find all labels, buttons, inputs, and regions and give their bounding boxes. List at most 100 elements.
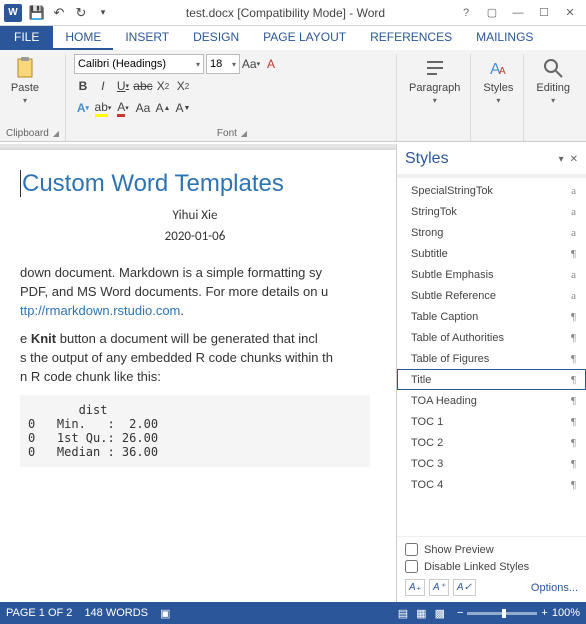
undo-button[interactable]: ↶ <box>49 3 69 23</box>
document-page[interactable]: Custom Word Templates Yihui Xie 2020-01-… <box>0 150 396 602</box>
tab-references[interactable]: REFERENCES <box>358 26 464 50</box>
style-item[interactable]: TOC 3 ¶ <box>397 453 586 474</box>
group-clipboard-label: Clipboard <box>6 128 49 139</box>
style-item[interactable]: SpecialStringToka <box>397 180 586 201</box>
doc-paragraph[interactable]: e Knit button a document will be generat… <box>20 330 370 388</box>
superscript-button[interactable]: X2 <box>174 76 192 96</box>
char-shading-button[interactable]: Aa <box>134 98 152 118</box>
style-item-name: TOC 2 <box>411 437 443 449</box>
styles-list[interactable]: SpecialStringTokaStringTokaStrongaSubtit… <box>397 178 586 536</box>
style-item[interactable]: Subtitle¶ <box>397 243 586 264</box>
web-layout-button[interactable]: ▩ <box>435 607 445 620</box>
styles-pane-title: Styles <box>405 150 449 168</box>
tab-insert[interactable]: INSERT <box>113 26 181 50</box>
doc-code-block[interactable]: dist 0 Min. : 2.00 0 1st Qu.: 26.00 0 Me… <box>20 395 370 467</box>
tab-mailings[interactable]: MAILINGS <box>464 26 545 50</box>
style-item[interactable]: Subtle Emphasisa <box>397 264 586 285</box>
chevron-down-icon: ▾ <box>433 96 437 105</box>
minimize-button[interactable]: — <box>506 3 530 23</box>
clipboard-launcher[interactable]: ◢ <box>53 129 59 138</box>
doc-date[interactable]: 2020-01-06 <box>20 229 370 244</box>
font-name-combo[interactable]: Calibri (Headings)▾ <box>74 54 204 74</box>
style-item[interactable]: Table of Authorities ¶ <box>397 327 586 348</box>
page-indicator[interactable]: PAGE 1 OF 2 <box>6 607 72 619</box>
show-preview-checkbox[interactable]: Show Preview <box>405 543 578 556</box>
highlight-button[interactable]: ab▾ <box>94 98 112 118</box>
style-item-name: Subtle Emphasis <box>411 269 494 281</box>
paste-button[interactable]: Paste ▾ <box>6 54 44 107</box>
styles-button[interactable]: AAStyles▾ <box>479 54 517 107</box>
strikethrough-button[interactable]: abc <box>134 76 152 96</box>
style-item[interactable]: Table of Figures¶ <box>397 348 586 369</box>
disable-linked-checkbox[interactable]: Disable Linked Styles <box>405 560 578 573</box>
help-button[interactable]: ? <box>454 3 478 23</box>
style-item[interactable]: TOA Heading¶ <box>397 390 586 411</box>
paste-label: Paste <box>11 82 39 94</box>
manage-styles-button[interactable]: A✓ <box>453 579 476 596</box>
doc-author[interactable]: Yihui Xie <box>20 208 370 223</box>
style-item-name: Title <box>411 374 431 386</box>
new-style-button[interactable]: A₊ <box>405 579 425 596</box>
word-count[interactable]: 148 WORDS <box>84 607 148 619</box>
style-item-mark: a <box>571 290 576 302</box>
style-inspector-button[interactable]: A⁺ <box>429 579 449 596</box>
style-item[interactable]: Table Caption¶ <box>397 306 586 327</box>
redo-button[interactable]: ↻ <box>71 3 91 23</box>
editing-button[interactable]: Editing▾ <box>532 54 574 107</box>
zoom-slider[interactable] <box>467 612 537 615</box>
style-item-mark: ¶ <box>571 395 576 407</box>
print-layout-button[interactable]: ▦ <box>416 607 426 620</box>
zoom-level[interactable]: 100% <box>552 607 580 619</box>
style-item-mark: ¶ <box>571 458 576 470</box>
style-item[interactable]: TOC 4¶ <box>397 474 586 495</box>
bold-button[interactable]: B <box>74 76 92 96</box>
style-item-mark: ¶ <box>571 248 576 260</box>
tab-pagelayout[interactable]: PAGE LAYOUT <box>251 26 358 50</box>
doc-title[interactable]: Custom Word Templates <box>20 170 370 198</box>
doc-paragraph[interactable]: down document. Markdown is a simple form… <box>20 264 370 322</box>
chevron-down-icon: ▾ <box>496 96 500 105</box>
style-item-mark: ¶ <box>571 332 576 344</box>
read-mode-button[interactable]: ▤ <box>398 607 408 620</box>
font-color-button[interactable]: A▾ <box>114 98 132 118</box>
grow-font-button[interactable]: A▲ <box>154 98 172 118</box>
style-item-mark: ¶ <box>571 479 576 491</box>
zoom-out-button[interactable]: − <box>457 607 463 619</box>
ribbon-display-button[interactable]: ▢ <box>480 3 504 23</box>
doc-link[interactable]: ttp://rmarkdown.rstudio.com <box>20 303 180 318</box>
subscript-button[interactable]: X2 <box>154 76 172 96</box>
style-item[interactable]: Stronga <box>397 222 586 243</box>
shrink-font-button[interactable]: A▼ <box>174 98 192 118</box>
font-size-combo[interactable]: 18▾ <box>206 54 240 74</box>
save-button[interactable]: 💾 <box>27 3 47 23</box>
italic-button[interactable]: I <box>94 76 112 96</box>
clear-formatting-button[interactable]: A <box>262 54 280 74</box>
style-item[interactable]: TOC 2¶ <box>397 432 586 453</box>
pane-dropdown-button[interactable]: ▾ <box>559 154 564 165</box>
style-item[interactable]: Subtle Referencea <box>397 285 586 306</box>
tab-home[interactable]: HOME <box>53 26 113 50</box>
styles-options-link[interactable]: Options... <box>531 582 578 594</box>
change-case-button[interactable]: Aa▾ <box>242 54 260 74</box>
tab-file[interactable]: FILE <box>0 26 53 50</box>
proofing-icon[interactable]: ▣ <box>160 607 170 620</box>
text-effects-button[interactable]: A▾ <box>74 98 92 118</box>
underline-button[interactable]: U▾ <box>114 76 132 96</box>
font-launcher[interactable]: ◢ <box>241 129 247 138</box>
style-item-name: Table of Authorities <box>411 332 504 344</box>
paragraph-button[interactable]: Paragraph▾ <box>405 54 464 107</box>
qat-more-button[interactable]: ▾ <box>93 3 113 23</box>
tab-design[interactable]: DESIGN <box>181 26 251 50</box>
document-area[interactable]: Custom Word Templates Yihui Xie 2020-01-… <box>0 144 396 602</box>
style-item-mark: ¶ <box>571 374 576 386</box>
word-icon: W <box>4 4 22 22</box>
close-button[interactable]: ✕ <box>558 3 582 23</box>
style-item[interactable]: TOC 1¶ <box>397 411 586 432</box>
maximize-button[interactable]: ☐ <box>532 3 556 23</box>
zoom-in-button[interactable]: + <box>541 607 547 619</box>
style-item-name: TOC 3 <box>411 458 443 470</box>
group-font-label: Font <box>217 128 237 139</box>
style-item[interactable]: Title ¶ <box>397 369 586 390</box>
style-item[interactable]: StringToka <box>397 201 586 222</box>
pane-close-button[interactable]: ✕ <box>570 154 578 165</box>
